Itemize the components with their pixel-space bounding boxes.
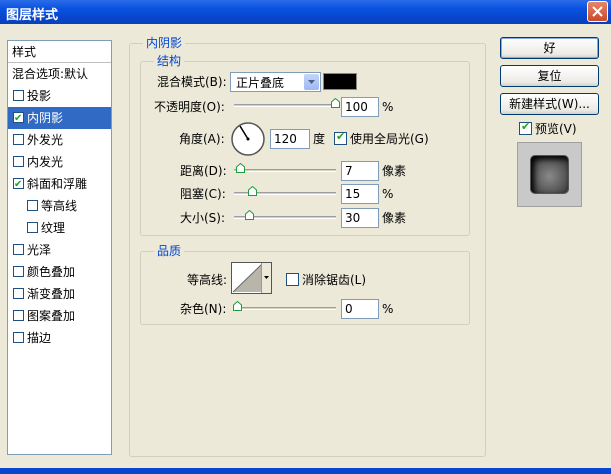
style-preview-thumbnail (517, 142, 582, 207)
sidebar-item-label: 等高线 (41, 199, 78, 213)
noise-unit: % (382, 302, 394, 316)
sidebar-item-checkbox[interactable] (27, 200, 38, 211)
sidebar-item-label: 描边 (27, 331, 52, 345)
global-light-label[interactable]: 使用全局光(G) (350, 131, 429, 147)
preview-label[interactable]: 预览(V) (535, 121, 577, 137)
sidebar-item-checkbox[interactable] (13, 134, 24, 145)
sidebar-item-2[interactable]: 投影 (8, 85, 111, 107)
quality-title: 品质 (154, 244, 185, 258)
sidebar-item-checkbox[interactable] (13, 174, 24, 196)
sidebar-item-label: 投影 (27, 89, 52, 103)
sidebar-item-label: 内阴影 (27, 111, 64, 125)
inner-shadow-title: 内阴影 (143, 36, 186, 50)
distance-slider-thumb[interactable] (235, 163, 245, 173)
angle-dial[interactable] (230, 121, 266, 157)
close-icon (592, 6, 603, 17)
size-label: 大小(S): (180, 211, 226, 225)
sidebar-item-checkbox[interactable] (13, 332, 24, 343)
blend-mode-value: 正片叠底 (236, 76, 285, 90)
sidebar-item-10[interactable]: 颜色叠加 (8, 261, 111, 283)
reset-button[interactable]: 复位 (500, 65, 599, 87)
sidebar-item-0[interactable]: 样式 (8, 41, 111, 63)
sidebar-item-1[interactable]: 混合选项:默认 (8, 63, 111, 85)
sidebar-item-11[interactable]: 渐变叠加 (8, 283, 111, 305)
global-light-checkbox[interactable] (334, 130, 347, 145)
sidebar-item-checkbox[interactable] (13, 108, 24, 130)
contour-dropdown-arrow-icon[interactable] (261, 263, 271, 293)
sidebar-item-checkbox[interactable] (13, 288, 24, 299)
choke-unit: % (382, 187, 394, 201)
size-unit: 像素 (382, 211, 407, 225)
blend-color-swatch[interactable] (323, 73, 357, 90)
sidebar-item-4[interactable]: 外发光 (8, 129, 111, 151)
style-list: 样式混合选项:默认投影内阴影外发光内发光斜面和浮雕等高线纹理光泽颜色叠加渐变叠加… (7, 40, 112, 455)
size-slider-thumb[interactable] (244, 210, 254, 220)
angle-label: 角度(A): (179, 132, 225, 146)
sidebar-item-label: 内发光 (27, 155, 64, 169)
opacity-label: 不透明度(O): (154, 100, 225, 114)
sidebar-item-8[interactable]: 纹理 (8, 217, 111, 239)
sidebar-item-checkbox[interactable] (13, 156, 24, 167)
blend-mode-select[interactable]: 正片叠底 (230, 72, 321, 92)
opacity-unit: % (382, 100, 394, 114)
sidebar-item-label: 样式 (12, 45, 37, 59)
contour-preview-icon (232, 263, 263, 293)
angle-input[interactable]: 120 (270, 129, 310, 149)
sidebar-item-13[interactable]: 描边 (8, 327, 111, 349)
sidebar-item-label: 图案叠加 (27, 309, 76, 323)
anti-alias-checkbox[interactable] (286, 273, 299, 286)
sidebar-item-label: 纹理 (41, 221, 66, 235)
distance-input[interactable]: 7 (341, 161, 379, 181)
angle-unit: 度 (313, 132, 326, 146)
sidebar-item-label: 光泽 (27, 243, 52, 257)
distance-unit: 像素 (382, 164, 407, 178)
sidebar-item-label: 斜面和浮雕 (27, 177, 88, 191)
noise-input[interactable]: 0 (341, 299, 379, 319)
chevron-down-icon[interactable] (304, 74, 319, 90)
structure-title: 结构 (154, 54, 185, 68)
sidebar-item-3[interactable]: 内阴影 (8, 107, 111, 130)
preview-checkbox[interactable] (519, 120, 532, 135)
sidebar-item-6[interactable]: 斜面和浮雕 (8, 173, 111, 196)
opacity-input[interactable]: 100 (341, 97, 379, 117)
preview-swatch (531, 156, 568, 193)
anti-alias-label[interactable]: 消除锯齿(L) (302, 272, 366, 288)
ok-button[interactable]: 好 (500, 37, 599, 59)
sidebar-item-7[interactable]: 等高线 (8, 195, 111, 217)
opacity-slider-track[interactable] (234, 104, 336, 107)
sidebar-item-label: 混合选项:默认 (12, 67, 89, 81)
sidebar-item-label: 外发光 (27, 133, 64, 147)
choke-slider-thumb[interactable] (247, 186, 257, 196)
opacity-slider-thumb[interactable] (331, 98, 340, 108)
noise-slider-thumb[interactable] (233, 301, 242, 311)
sidebar-item-checkbox[interactable] (27, 222, 38, 233)
sidebar-item-12[interactable]: 图案叠加 (8, 305, 111, 327)
sidebar-item-9[interactable]: 光泽 (8, 239, 111, 261)
noise-label: 杂色(N): (180, 302, 227, 316)
sidebar-item-label: 颜色叠加 (27, 265, 76, 279)
sidebar-item-checkbox[interactable] (13, 244, 24, 255)
choke-input[interactable]: 15 (341, 184, 379, 204)
size-input[interactable]: 30 (341, 208, 379, 228)
sidebar-item-checkbox[interactable] (13, 310, 24, 321)
window-title: 图层样式 (6, 8, 59, 23)
sidebar-item-label: 渐变叠加 (27, 287, 76, 301)
contour-label: 等高线: (187, 273, 228, 287)
window-bottom-border (0, 468, 611, 474)
distance-label: 距离(D): (180, 164, 227, 178)
contour-picker[interactable] (231, 262, 272, 294)
title-bar[interactable]: 图层样式 (0, 0, 611, 24)
sidebar-item-5[interactable]: 内发光 (8, 151, 111, 173)
choke-label: 阻塞(C): (180, 187, 226, 201)
sidebar-item-checkbox[interactable] (13, 266, 24, 277)
distance-slider-track[interactable] (234, 169, 336, 172)
new-style-button[interactable]: 新建样式(W)... (500, 93, 599, 115)
noise-slider-track[interactable] (234, 307, 336, 310)
sidebar-item-checkbox[interactable] (13, 90, 24, 101)
blend-mode-label: 混合模式(B): (157, 75, 227, 89)
close-button[interactable] (587, 1, 608, 22)
